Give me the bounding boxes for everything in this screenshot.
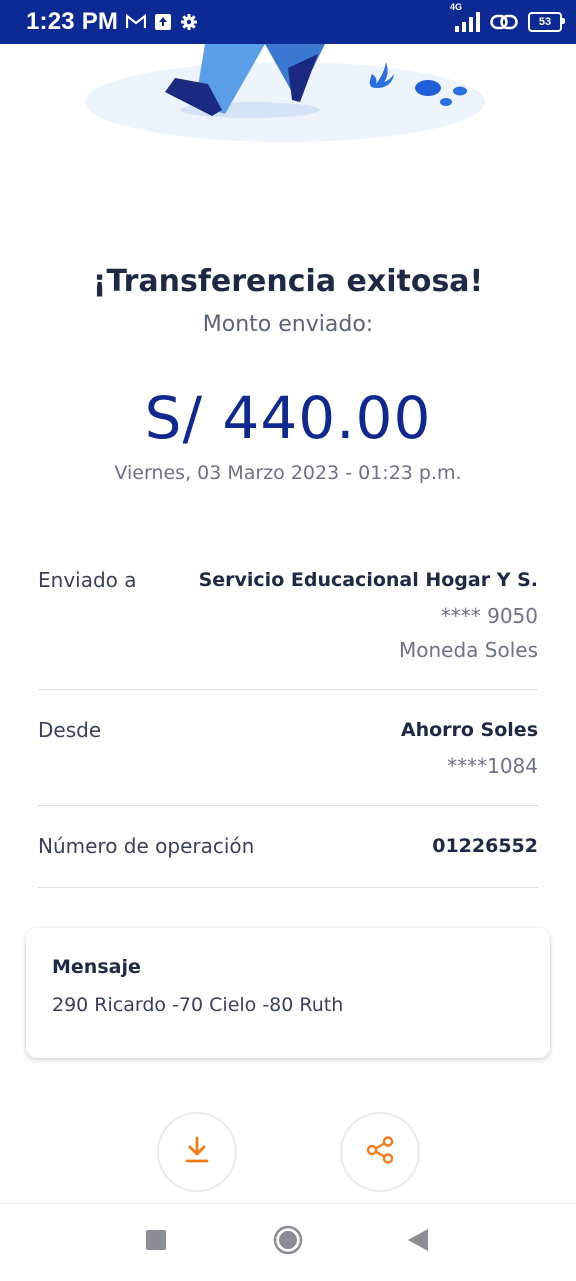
message-text: 290 Ricardo -70 Cielo -80 Ruth — [52, 994, 344, 1016]
status-bar: 1:23 PM 4G 53 — [0, 0, 576, 44]
recipient-currency: Moneda Soles — [399, 638, 538, 662]
recents-button[interactable] — [140, 1226, 172, 1258]
settings-icon — [180, 13, 198, 31]
divider — [38, 689, 538, 690]
system-navigation-bar — [0, 1203, 576, 1281]
square-icon — [146, 1230, 166, 1254]
download-icon — [184, 1136, 210, 1168]
transfer-datetime: Viernes, 03 Marzo 2023 - 01:23 p.m. — [114, 462, 462, 484]
message-title: Mensaje — [52, 956, 141, 978]
triangle-back-icon — [408, 1229, 428, 1255]
gmail-icon — [126, 14, 147, 30]
sent-to-label: Enviado a — [38, 568, 137, 592]
amount-value: S/ 440.00 — [144, 384, 432, 452]
status-bar-right: 4G 53 — [450, 2, 565, 32]
divider — [38, 805, 538, 806]
circle-icon — [273, 1225, 303, 1259]
network-type: 4G — [450, 2, 463, 12]
page-title: ¡Transferencia exitosa! — [92, 264, 484, 299]
source-account-number: ****1084 — [447, 754, 538, 778]
detail-row-operation: Número de operación 01226552 — [38, 834, 538, 864]
detail-row-from: Desde Ahorro Soles ****1084 — [38, 718, 538, 788]
back-button[interactable] — [402, 1226, 434, 1258]
recipient-account: **** 9050 — [440, 604, 538, 628]
share-icon — [365, 1135, 395, 1169]
divider — [38, 887, 538, 888]
status-time: 1:23 PM — [26, 8, 119, 35]
home-button[interactable] — [270, 1224, 306, 1260]
detail-row-sent-to: Enviado a Servicio Educacional Hogar Y S… — [38, 568, 538, 668]
from-label: Desde — [38, 718, 102, 742]
share-button[interactable] — [340, 1112, 420, 1192]
link-icon — [490, 13, 518, 31]
operation-label: Número de operación — [38, 834, 255, 858]
operation-number: 01226552 — [432, 835, 538, 857]
upload-notification-icon — [154, 13, 172, 31]
message-card: Mensaje 290 Ricardo -70 Cielo -80 Ruth — [26, 928, 550, 1058]
status-bar-left: 1:23 PM — [26, 8, 198, 36]
signal-icon: 4G — [450, 2, 480, 32]
source-account-name: Ahorro Soles — [400, 719, 538, 741]
download-button[interactable] — [157, 1112, 237, 1192]
battery-icon: 53 — [528, 12, 565, 32]
success-illustration — [0, 44, 576, 154]
amount-label: Monto enviado: — [202, 312, 374, 337]
recipient-name: Servicio Educacional Hogar Y S. — [198, 569, 538, 591]
